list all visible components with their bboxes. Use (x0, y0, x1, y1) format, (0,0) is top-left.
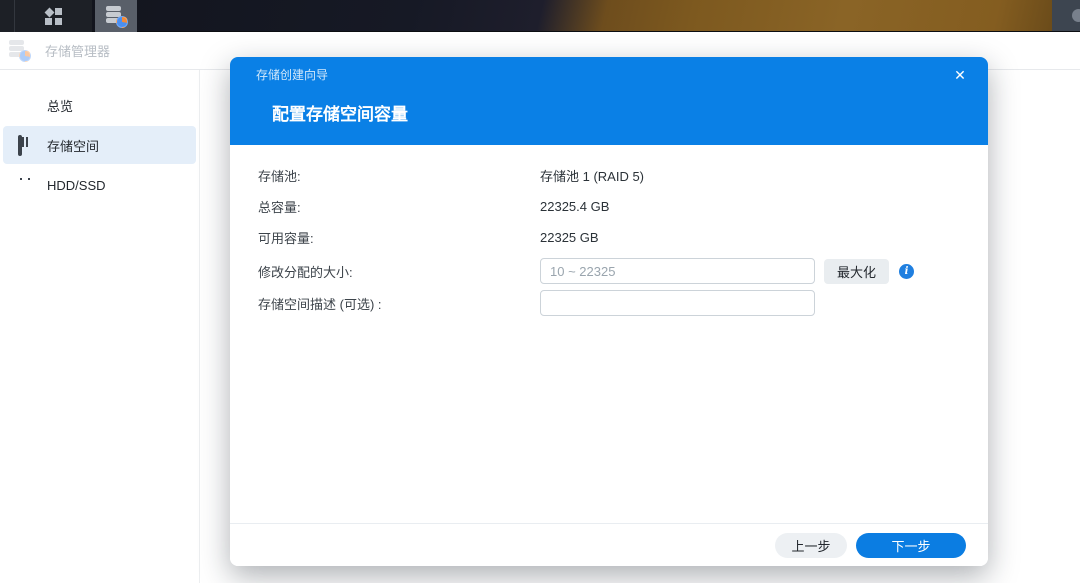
info-icon[interactable]: i (899, 264, 914, 279)
window-title: 存储管理器 (45, 41, 110, 60)
taskbar-right-widget[interactable] (1052, 0, 1080, 31)
field-label: 总容量: (258, 197, 540, 216)
desktop-taskbar (0, 0, 1080, 32)
sidebar-item-overview[interactable]: 总览 (3, 86, 196, 124)
volume-icon (18, 137, 35, 154)
back-button[interactable]: 上一步 (775, 533, 847, 558)
overview-icon (18, 97, 35, 114)
form-row-allocated-size: 修改分配的大小: 最大化 i (258, 258, 960, 284)
dialog-header: 存储创建向导 ✕ 配置存储空间容量 (230, 57, 988, 145)
storage-creation-wizard-dialog: 存储创建向导 ✕ 配置存储空间容量 存储池: 存储池 1 (RAID 5) 总容… (230, 57, 988, 566)
allocated-size-input[interactable] (540, 258, 815, 284)
next-button[interactable]: 下一步 (856, 533, 966, 558)
field-label: 修改分配的大小: (258, 262, 540, 281)
close-icon[interactable]: ✕ (949, 64, 971, 86)
app-launcher-grid-icon (45, 8, 62, 25)
sidebar-item-hdd-ssd[interactable]: HDD/SSD (3, 166, 196, 204)
field-value: 22325 GB (540, 230, 599, 245)
form-row-total-capacity: 总容量: 22325.4 GB (258, 196, 960, 217)
taskbar-storage-manager-button[interactable] (95, 0, 137, 32)
storage-manager-icon (9, 40, 29, 61)
dialog-title: 存储创建向导 (256, 66, 328, 83)
field-label: 可用容量: (258, 228, 540, 247)
field-label: 存储空间描述 (可选) : (258, 294, 540, 313)
field-value: 22325.4 GB (540, 199, 609, 214)
sidebar-item-label: 存储空间 (47, 136, 99, 155)
step-title: 配置存储空间容量 (272, 100, 408, 125)
main-menu-button[interactable] (15, 0, 92, 32)
form-row-description: 存储空间描述 (可选) : (258, 290, 960, 316)
dialog-footer: 上一步 下一步 (230, 523, 988, 566)
description-input[interactable] (540, 290, 815, 316)
field-label: 存储池: (258, 166, 540, 185)
dialog-body: 存储池: 存储池 1 (RAID 5) 总容量: 22325.4 GB 可用容量… (230, 145, 988, 523)
disk-icon (18, 177, 35, 194)
widget-circle-icon (1072, 9, 1080, 22)
sidebar: 总览 存储空间 HDD/SSD (0, 70, 200, 583)
sidebar-item-label: 总览 (47, 96, 73, 115)
field-value: 存储池 1 (RAID 5) (540, 166, 644, 185)
sidebar-item-label: HDD/SSD (47, 178, 106, 193)
sidebar-item-storage-space[interactable]: 存储空间 (3, 126, 196, 164)
maximize-button[interactable]: 最大化 (824, 259, 889, 284)
form-row-available-capacity: 可用容量: 22325 GB (258, 227, 960, 248)
form-row-pool: 存储池: 存储池 1 (RAID 5) (258, 165, 960, 186)
storage-manager-icon (106, 6, 126, 27)
